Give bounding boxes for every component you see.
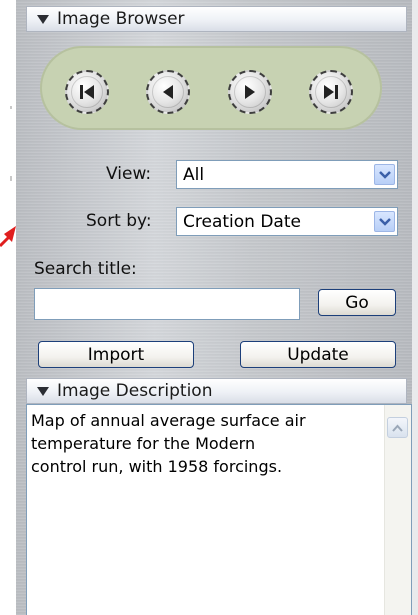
previous-image-button[interactable]	[146, 70, 190, 114]
margin-tick	[10, 176, 12, 181]
view-dropdown-chevron-icon[interactable]	[374, 164, 395, 185]
sort-by-select[interactable]: Creation Date	[176, 207, 398, 236]
scroll-up-button[interactable]	[387, 417, 408, 438]
search-title-label: Search title:	[34, 259, 137, 279]
view-label: View:	[106, 164, 152, 184]
sort-dropdown-chevron-icon[interactable]	[374, 211, 395, 232]
image-browser-title: Image Browser	[57, 9, 185, 29]
chevron-up-icon	[392, 424, 403, 432]
image-description-header[interactable]: Image Description	[26, 378, 407, 404]
left-margin-strip	[0, 0, 16, 615]
margin-tick	[10, 106, 12, 109]
next-icon	[245, 85, 255, 99]
sort-by-label: Sort by:	[86, 211, 152, 231]
skip-to-last-icon	[324, 85, 338, 99]
sort-by-selected-value: Creation Date	[183, 211, 301, 232]
image-description-text: Map of annual average surface air temper…	[31, 411, 306, 476]
collapse-triangle-icon[interactable]	[37, 386, 49, 396]
image-description-textarea[interactable]: Map of annual average surface air temper…	[26, 404, 412, 615]
panel-right-edge	[412, 0, 418, 615]
search-title-input[interactable]	[34, 288, 300, 320]
description-scrollbar[interactable]	[384, 405, 411, 615]
next-image-button[interactable]	[228, 70, 272, 114]
go-button[interactable]: Go	[318, 289, 396, 316]
first-image-button[interactable]	[65, 70, 109, 114]
image-description-title: Image Description	[57, 381, 213, 401]
last-image-button[interactable]	[309, 70, 353, 114]
view-select[interactable]: All	[176, 160, 398, 189]
skip-to-first-icon	[80, 85, 94, 99]
view-selected-value: All	[183, 164, 205, 185]
update-button[interactable]: Update	[240, 341, 396, 368]
import-button[interactable]: Import	[38, 341, 194, 368]
collapse-triangle-icon[interactable]	[37, 14, 49, 24]
previous-icon	[163, 85, 173, 99]
image-browser-header[interactable]: Image Browser	[26, 6, 407, 32]
